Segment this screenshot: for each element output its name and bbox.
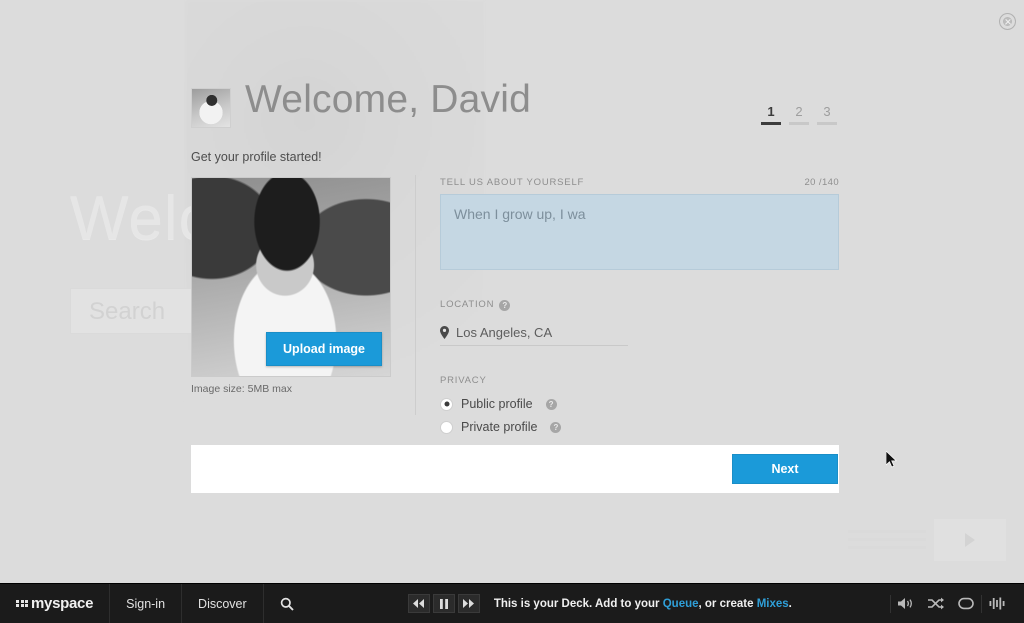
wizard-header: Welcome, David Get your profile started!…	[191, 78, 839, 164]
step-2[interactable]: 2	[789, 104, 809, 125]
volume-button[interactable]	[891, 584, 921, 623]
equalizer-button[interactable]	[982, 584, 1012, 623]
wizard-subheading: Get your profile started!	[191, 150, 322, 164]
photo-column: Upload image Image size: 5MB max	[191, 177, 393, 395]
search-button[interactable]	[264, 584, 310, 623]
step-3-bar	[817, 122, 837, 125]
radio-private[interactable]	[440, 420, 453, 434]
wizard-footer: Next	[191, 445, 839, 493]
public-help-icon[interactable]: ?	[545, 398, 557, 410]
background-video-thumb	[933, 518, 1007, 562]
location-input[interactable]: Los Angeles, CA	[440, 319, 628, 346]
bottom-bar: myspace Sign-in Discover This is your De…	[0, 583, 1024, 623]
logo-dots-icon	[16, 599, 28, 608]
radio-public[interactable]	[440, 397, 453, 411]
logo-text: myspace	[31, 595, 94, 612]
deck-text-1: This is your Deck. Add to your	[493, 597, 663, 610]
next-button[interactable]: Next	[732, 454, 838, 484]
mouse-cursor	[886, 451, 898, 468]
equalizer-icon	[989, 597, 1005, 610]
bottom-bar-right	[890, 584, 1024, 623]
privacy-block: PRIVACY Public profile ? Private profile…	[440, 370, 839, 434]
step-1-bar	[761, 122, 781, 125]
bio-label: TELL US ABOUT YOURSELF	[440, 177, 585, 188]
onboarding-wizard: Welcome, David Get your profile started!…	[191, 78, 839, 493]
step-3[interactable]: 3	[817, 104, 837, 125]
radio-public-label: Public profile	[461, 397, 533, 411]
repeat-icon	[958, 597, 974, 610]
column-divider	[415, 175, 416, 415]
step-2-bar	[789, 122, 809, 125]
bottom-bar-center: This is your Deck. Add to your Queue, or…	[310, 584, 890, 623]
wizard-body: Upload image Image size: 5MB max TELL US…	[191, 175, 839, 434]
image-size-note: Image size: 5MB max	[191, 383, 292, 395]
discover-button[interactable]: Discover	[182, 584, 264, 623]
shuffle-icon	[928, 597, 944, 610]
radio-private-label: Private profile	[461, 420, 538, 434]
form-column: TELL US ABOUT YOURSELF 20 /140 When I gr…	[440, 177, 839, 434]
rewind-button[interactable]	[407, 594, 430, 613]
deck-message: This is your Deck. Add to your Queue, or…	[494, 598, 792, 610]
step-1[interactable]: 1	[761, 104, 781, 125]
mixes-link[interactable]: Mixes	[757, 598, 789, 610]
avatar	[191, 88, 231, 128]
queue-link[interactable]: Queue	[663, 598, 699, 610]
step-1-label: 1	[767, 104, 775, 119]
step-3-label: 3	[823, 104, 831, 119]
fast-forward-icon	[463, 599, 475, 608]
app-root: Welc Search Welcome, David Get your prof…	[0, 0, 1024, 623]
background-search-placeholder: Search	[89, 298, 166, 325]
sign-in-button[interactable]: Sign-in	[110, 584, 183, 623]
step-indicator: 1 2 3	[761, 104, 837, 125]
location-help-icon[interactable]: ?	[499, 300, 511, 311]
page-title: Welcome, David	[245, 78, 532, 121]
search-icon	[280, 597, 294, 611]
step-2-label: 2	[795, 104, 803, 119]
privacy-option-private[interactable]: Private profile ?	[440, 420, 839, 434]
deck-text-2: , or create	[698, 597, 757, 610]
repeat-button[interactable]	[951, 584, 981, 623]
profile-photo-frame: Upload image	[191, 177, 391, 377]
map-pin-icon	[440, 325, 449, 339]
location-label: LOCATION	[440, 299, 495, 310]
play-icon	[965, 533, 975, 547]
volume-icon	[898, 598, 912, 609]
bio-textarea[interactable]: When I grow up, I wa	[440, 194, 839, 270]
privacy-label: PRIVACY	[440, 375, 487, 386]
transport-controls	[407, 594, 480, 613]
pause-button[interactable]	[432, 594, 455, 613]
bio-label-row: TELL US ABOUT YOURSELF 20 /140	[440, 177, 839, 188]
fast-forward-button[interactable]	[457, 594, 480, 613]
deck-text-3: .	[788, 597, 792, 610]
upload-image-button[interactable]: Upload image	[266, 332, 382, 366]
location-block: LOCATION? Los Angeles, CA	[440, 294, 839, 346]
myspace-logo[interactable]: myspace	[0, 584, 111, 623]
rewind-icon	[413, 599, 425, 608]
shuffle-button[interactable]	[921, 584, 951, 623]
bottom-bar-left: myspace Sign-in Discover	[0, 584, 310, 623]
private-help-icon[interactable]: ?	[550, 421, 562, 433]
privacy-option-public[interactable]: Public profile ?	[440, 397, 839, 411]
background-heading: Welc	[70, 184, 211, 253]
bio-char-counter: 20 /140	[804, 177, 839, 188]
background-text-lines	[848, 530, 926, 552]
location-value: Los Angeles, CA	[456, 324, 553, 340]
close-icon[interactable]	[999, 13, 1016, 30]
pause-icon	[439, 598, 448, 609]
